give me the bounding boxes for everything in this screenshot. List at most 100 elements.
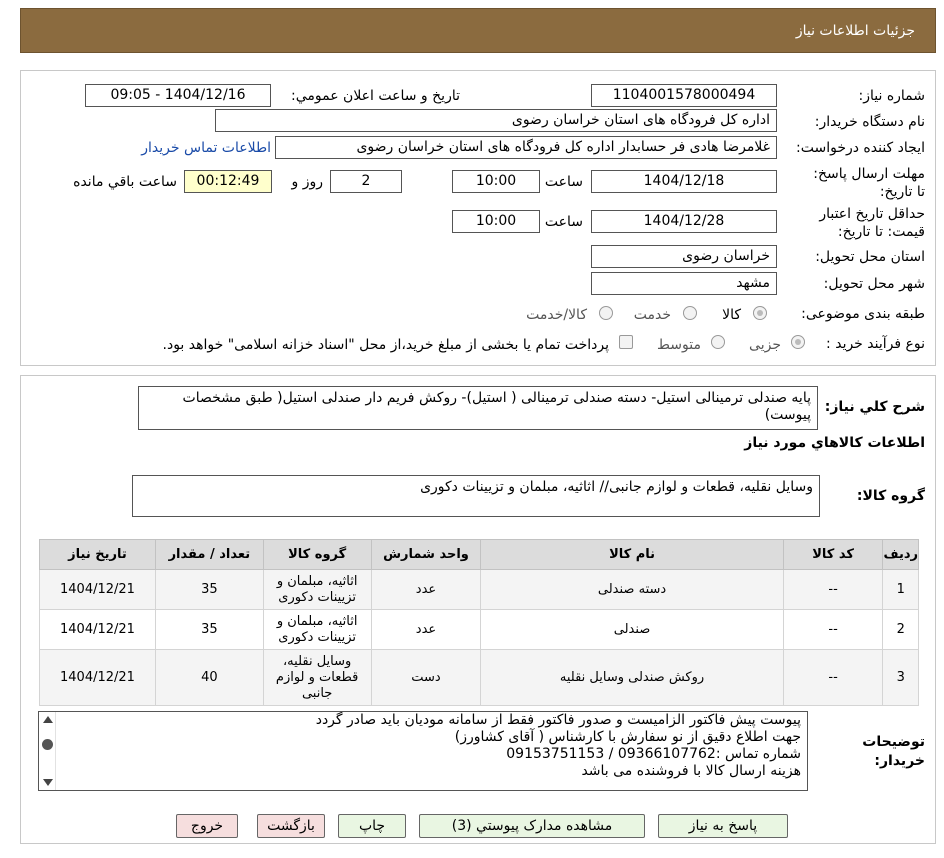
cell-name: صندلی xyxy=(480,609,784,650)
col-unit: واحد شمارش xyxy=(370,539,482,570)
buyer-org-label: نام دستگاه خريدار: xyxy=(814,114,925,130)
cell-group-line: اثاثیه، مبلمان و xyxy=(276,573,358,589)
city-label: شهر محل تحویل: xyxy=(823,276,925,292)
category-option-service: خدمت xyxy=(633,307,671,323)
validity-label: حداقل تاریخ اعتبار قیمت: تا تاریخ: xyxy=(819,206,925,240)
scroll-thumb[interactable] xyxy=(42,739,53,750)
table-row: 2 -- صندلی عدد اثاثیه، مبلمان و تزیینات … xyxy=(39,609,919,650)
cell-row: 1 xyxy=(882,569,919,610)
notes-line: پیوست پیش فاکتور الزامیست و صدور فاکتور … xyxy=(315,712,801,728)
process-radio-medium[interactable] xyxy=(711,335,725,349)
need-number-field: 1104001578000494 xyxy=(591,84,777,107)
province-field: خراسان رضوی xyxy=(591,245,777,268)
category-radio-goods-service[interactable] xyxy=(599,306,613,320)
cell-group-line: اثاثیه، مبلمان و xyxy=(276,613,358,629)
cell-qty: 40 xyxy=(154,649,264,706)
goods-panel: شرح کلي نياز: پایه صندلی ترمینالی استیل-… xyxy=(20,375,936,844)
cell-group-line: وسایل نقلیه، xyxy=(282,653,352,669)
cell-group: اثاثیه، مبلمان و تزیینات دکوری xyxy=(262,609,372,650)
description-field: پایه صندلی ترمینالی استیل- دسته صندلی تر… xyxy=(138,386,818,430)
announce-field: 1404/12/16 - 09:05 xyxy=(85,84,271,107)
category-option-goods: کالا xyxy=(722,307,741,323)
notes-label: توضيحات خريدار: xyxy=(862,734,925,769)
cell-group-line: جانبی xyxy=(301,685,333,701)
cell-group-line: تزیینات دکوری xyxy=(278,589,357,605)
countdown-field: 00:12:49 xyxy=(184,170,272,193)
treasury-checkbox[interactable] xyxy=(619,335,633,349)
validity-date-field: 1404/12/28 xyxy=(591,210,777,233)
col-code: کد کالا xyxy=(782,539,884,570)
attachments-button[interactable]: مشاهده مدارک پيوستي (3) xyxy=(419,814,645,838)
deadline-date-field: 1404/12/18 xyxy=(591,170,777,193)
need-number-label: شماره نیاز: xyxy=(858,88,926,104)
cell-unit: عدد xyxy=(370,609,482,650)
process-option-minor: جزیی xyxy=(749,337,781,353)
deadline-time-field: 10:00 xyxy=(452,170,540,193)
announce-label: تاریخ و ساعت اعلان عمومي: xyxy=(291,88,460,104)
cell-group-line: قطعات و لوازم xyxy=(275,669,359,685)
cell-unit: دست xyxy=(370,649,482,706)
cell-group: اثاثیه، مبلمان و تزیینات دکوری xyxy=(262,569,372,610)
print-button[interactable]: چاپ xyxy=(338,814,406,838)
back-button[interactable]: بازگشت xyxy=(257,814,325,838)
description-text: پایه صندلی ترمینالی استیل- دسته صندلی تر… xyxy=(182,390,811,423)
cell-name: روکش صندلی وسایل نقلیه xyxy=(480,649,784,706)
cell-group: وسایل نقلیه، قطعات و لوازم جانبی xyxy=(262,649,372,706)
requester-label: ایجاد کننده درخواست: xyxy=(796,140,925,156)
goods-group-field: وسایل نقلیه، قطعات و لوازم جانبی// اثاثی… xyxy=(132,475,820,517)
cell-qty: 35 xyxy=(154,609,264,650)
col-group: گروه کالا xyxy=(262,539,372,570)
process-option-medium: متوسط xyxy=(657,337,701,353)
goods-group-label: گروه کالا: xyxy=(856,488,925,504)
validity-time-label: ساعت xyxy=(544,214,583,230)
table-row: 3 -- روکش صندلی وسایل نقلیه دست وسایل نق… xyxy=(39,649,919,706)
cell-row: 3 xyxy=(882,649,919,706)
reply-button[interactable]: پاسخ به نياز xyxy=(658,814,788,838)
notes-scrollbar[interactable] xyxy=(39,712,56,790)
scroll-down-icon[interactable] xyxy=(43,779,53,786)
cell-code: -- xyxy=(782,609,884,650)
category-radio-goods[interactable] xyxy=(753,306,767,320)
buyer-contact-link[interactable]: اطلاعات تماس خریدار xyxy=(141,140,271,156)
requester-field: غلامرضا هادی فر حسابدار اداره کل فرودگاه… xyxy=(275,136,777,159)
page-header: جزئیات اطلاعات نیاز xyxy=(20,8,936,53)
validity-time-field: 10:00 xyxy=(452,210,540,233)
buyer-org-field: اداره کل فرودگاه های استان خراسان رضوی xyxy=(215,109,777,132)
cell-qty: 35 xyxy=(154,569,264,610)
category-label: طبقه بندی موضوعی: xyxy=(801,306,925,322)
notes-field[interactable]: پیوست پیش فاکتور الزامیست و صدور فاکتور … xyxy=(38,711,808,791)
goods-info-title: اطلاعات کالاهاي مورد نياز xyxy=(744,435,925,451)
deadline-time-label: ساعت xyxy=(544,174,583,190)
category-radio-service[interactable] xyxy=(683,306,697,320)
goods-group-text: وسایل نقلیه، قطعات و لوازم جانبی// اثاثی… xyxy=(420,479,813,495)
col-row: رديف xyxy=(882,539,919,570)
col-qty: تعداد / مقدار xyxy=(154,539,264,570)
need-info-panel: شماره نیاز: 1104001578000494 تاریخ و ساع… xyxy=(20,70,936,366)
cell-row: 2 xyxy=(882,609,919,650)
days-field: 2 xyxy=(330,170,402,193)
notes-line: شماره تماس :09366107762 / 09153751153 xyxy=(506,746,801,762)
cell-date: 1404/12/21 xyxy=(39,569,156,610)
exit-button[interactable]: خروج xyxy=(176,814,238,838)
scroll-up-icon[interactable] xyxy=(43,716,53,723)
page-title: جزئیات اطلاعات نیاز xyxy=(795,23,915,39)
notes-line: هزینه ارسال کالا با فروشنده می باشد xyxy=(581,763,801,779)
deadline-label: مهلت ارسال پاسخ: تا تاریخ: xyxy=(813,166,925,200)
col-name: نام کالا xyxy=(480,539,784,570)
remaining-label: ساعت باقي مانده xyxy=(73,174,177,190)
col-date: تاريخ نياز xyxy=(39,539,156,570)
cell-code: -- xyxy=(782,649,884,706)
goods-table: رديف کد کالا نام کالا واحد شمارش گروه کا… xyxy=(39,539,919,706)
cell-code: -- xyxy=(782,569,884,610)
cell-date: 1404/12/21 xyxy=(39,649,156,706)
process-radio-minor[interactable] xyxy=(791,335,805,349)
description-label: شرح کلي نياز: xyxy=(824,399,925,415)
cell-group-line: تزیینات دکوری xyxy=(278,629,357,645)
city-field: مشهد xyxy=(591,272,777,295)
cell-unit: عدد xyxy=(370,569,482,610)
days-label: روز و xyxy=(291,174,324,190)
cell-name: دسته صندلی xyxy=(480,569,784,610)
province-label: استان محل تحویل: xyxy=(815,249,925,265)
table-row: 1 -- دسته صندلی عدد اثاثیه، مبلمان و تزی… xyxy=(39,569,919,610)
category-option-goods-service: کالا/خدمت xyxy=(526,307,587,323)
